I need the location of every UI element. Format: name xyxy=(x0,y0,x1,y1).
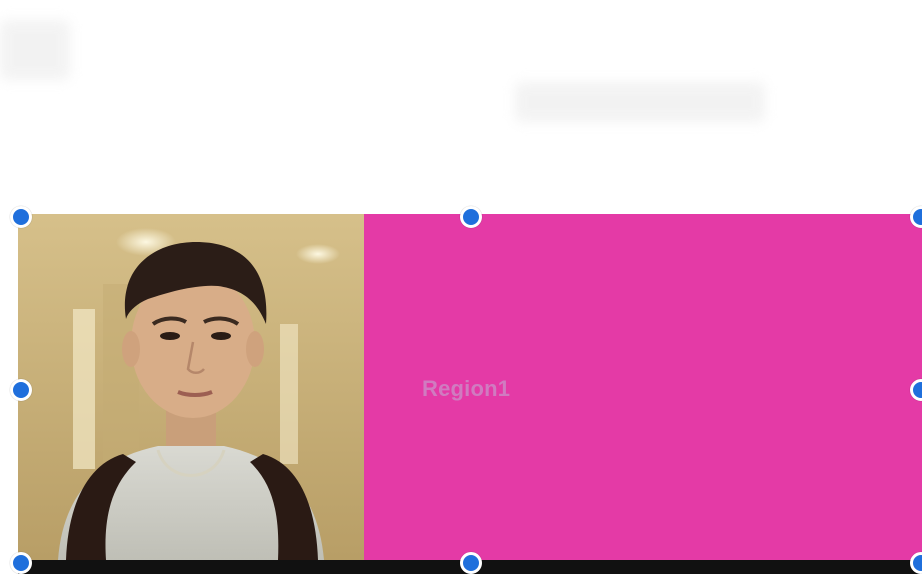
portrait-image[interactable] xyxy=(18,214,364,560)
region-label: Region1 xyxy=(422,376,511,401)
portrait-photo-icon xyxy=(18,214,364,560)
resize-handle-top-left[interactable] xyxy=(10,206,32,228)
editor-canvas: Region1 xyxy=(0,0,922,574)
resize-handle-bottom-center[interactable] xyxy=(460,552,482,574)
resize-handle-bottom-left[interactable] xyxy=(10,552,32,574)
resize-handle-top-center[interactable] xyxy=(460,206,482,228)
resize-handle-middle-left[interactable] xyxy=(10,379,32,401)
blurred-artifact xyxy=(515,82,765,122)
blurred-artifact xyxy=(0,20,70,80)
